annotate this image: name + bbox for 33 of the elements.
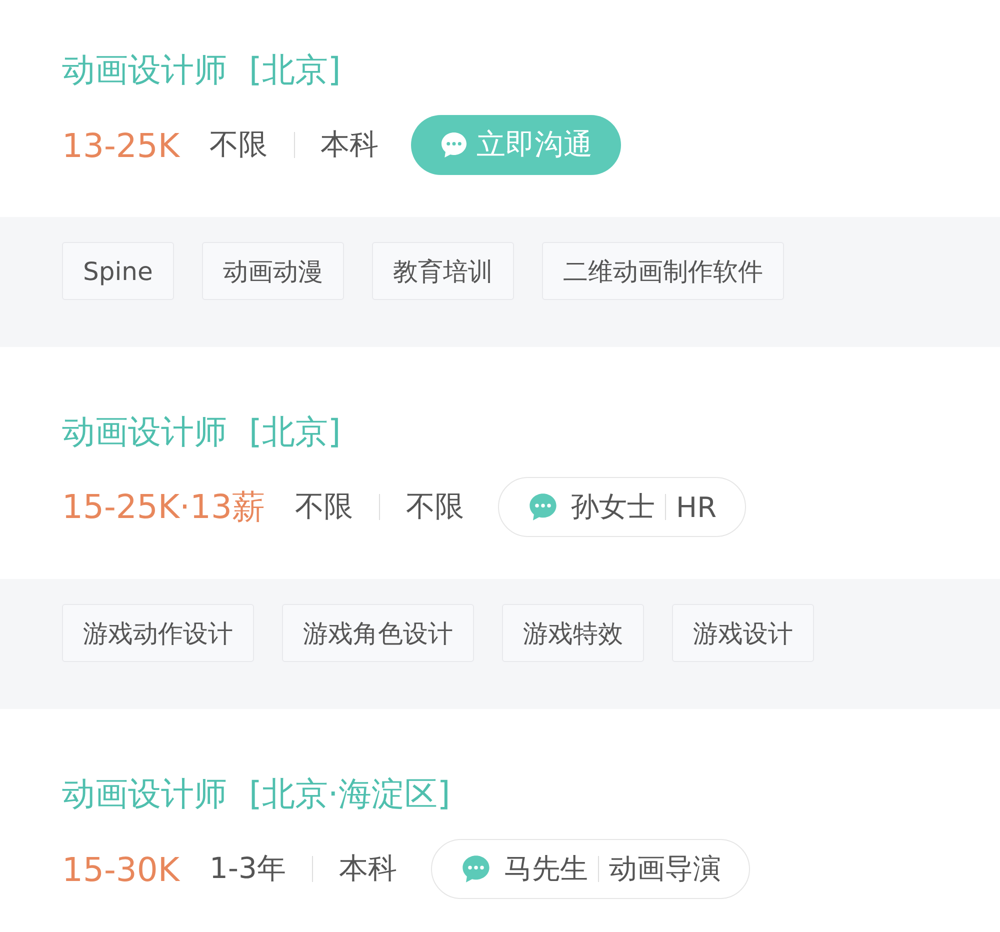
skill-tag: 教育培训 [372,242,514,300]
contact-button[interactable]: 孙女士 HR [498,477,746,537]
contact-role: HR [676,490,717,524]
job-location: [北京] [249,48,341,90]
job-title[interactable]: 动画设计师 [62,772,227,816]
salary: 13-25K [62,126,180,164]
job-location: [北京] [249,410,341,452]
contact-name: 孙女士 [571,489,656,525]
contact-role: 动画导演 [608,851,721,887]
requirement: 不限 [295,488,354,525]
requirement: 不限 [406,488,464,525]
skill-tag: 动画动漫 [202,242,344,300]
job-location: [北京·海淀区] [249,772,450,814]
skill-tag: 游戏角色设计 [282,604,474,662]
skill-tag: 游戏特效 [502,604,644,662]
requirement: 不限 [210,126,268,163]
chat-bubble-icon [438,130,469,160]
chat-button[interactable]: 立即沟通 [410,115,621,175]
skill-tag: 游戏设计 [672,604,814,662]
chat-bubble-icon [460,853,492,885]
requirement: 1-3年 [210,850,286,887]
job-title[interactable]: 动画设计师 [62,410,227,454]
chat-bubble-icon [527,491,560,523]
salary: 15-25K·13薪 [62,486,266,528]
skill-tag: Spine [62,242,174,300]
contact-button[interactable]: 马先生 动画导演 [430,839,750,899]
requirement: 本科 [320,126,379,163]
salary: 15-30K [62,850,180,888]
skill-tag: 二维动画制作软件 [542,242,784,300]
job-title[interactable]: 动画设计师 [62,48,227,92]
requirement: 本科 [338,850,397,887]
contact-name: 马先生 [504,851,588,887]
skill-tag: 游戏动作设计 [62,604,254,662]
